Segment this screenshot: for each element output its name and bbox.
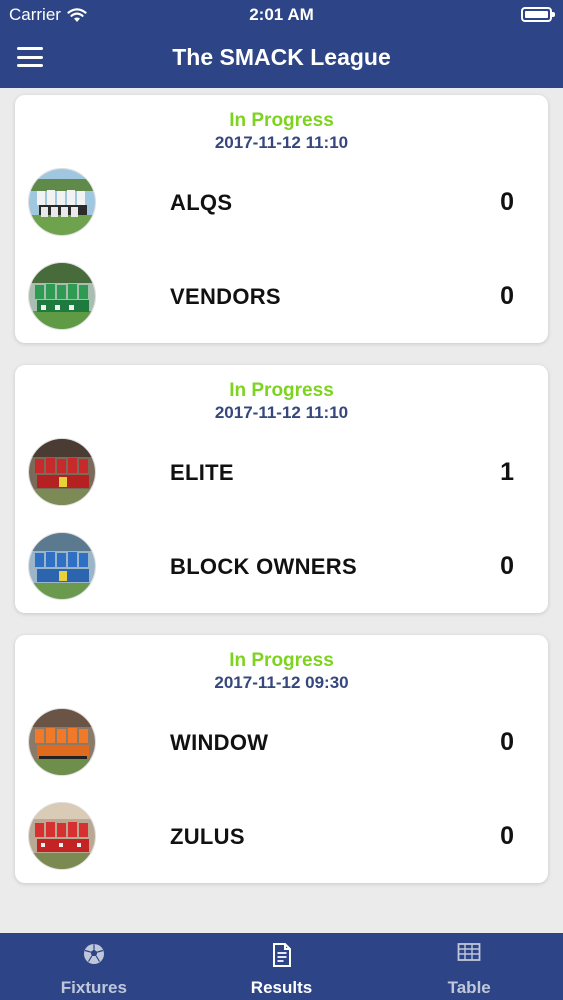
table-icon [457, 943, 481, 961]
status-time: 2:01 AM [249, 5, 314, 24]
match-status: In Progress [229, 650, 334, 671]
team-score: 1 [500, 458, 514, 486]
team-score: 0 [500, 552, 514, 580]
tab-fixtures[interactable]: Fixtures [0, 933, 188, 1000]
page-title: The SMACK League [172, 44, 391, 70]
team-score: 0 [500, 822, 514, 850]
results-list[interactable]: In Progress 2017-11-12 11:10 ALQS 0 VEND… [0, 88, 563, 933]
tab-label: Results [250, 978, 313, 997]
navigation-bar: The SMACK League [0, 30, 563, 88]
team-row[interactable]: ZULUS 0 [15, 802, 548, 872]
app-header: Carrier 2:01 AM The SMACK League [0, 0, 563, 88]
tab-results[interactable]: Results [188, 933, 376, 1000]
team-photo-avatar [28, 708, 96, 776]
team-name: BLOCK OWNERS [170, 554, 357, 579]
match-card[interactable]: In Progress 2017-11-12 09:30 WINDOW 0 ZU… [15, 635, 548, 883]
team-name: ALQS [170, 190, 233, 215]
team-photo-avatar [28, 802, 96, 870]
team-row[interactable]: VENDORS 0 [15, 262, 548, 332]
team-photo-avatar [28, 262, 96, 330]
match-status: In Progress [229, 380, 334, 401]
team-row[interactable]: WINDOW 0 [15, 708, 548, 778]
document-icon [272, 943, 291, 967]
team-name: VENDORS [170, 284, 281, 309]
team-row[interactable]: ALQS 0 [15, 168, 548, 238]
team-photo-avatar [28, 168, 96, 236]
team-row[interactable]: BLOCK OWNERS 0 [15, 532, 548, 602]
status-bar: Carrier 2:01 AM [0, 0, 563, 30]
team-name: ELITE [170, 460, 234, 485]
match-card[interactable]: In Progress 2017-11-12 11:10 ELITE 1 BLO… [15, 365, 548, 613]
team-row[interactable]: ELITE 1 [15, 438, 548, 508]
team-name: ZULUS [170, 824, 245, 849]
match-datetime: 2017-11-12 09:30 [214, 673, 349, 692]
soccer-ball-icon [83, 944, 104, 964]
tab-label: Fixtures [60, 978, 127, 997]
battery-icon [521, 7, 555, 22]
team-photo-avatar [28, 532, 96, 600]
tab-bar: Fixtures Results Table [0, 933, 563, 1000]
match-card[interactable]: In Progress 2017-11-12 11:10 ALQS 0 VEND… [15, 95, 548, 343]
match-datetime: 2017-11-12 11:10 [214, 133, 349, 152]
tab-label: Table [447, 978, 491, 997]
team-score: 0 [500, 282, 514, 310]
team-score: 0 [500, 188, 514, 216]
match-datetime: 2017-11-12 11:10 [214, 403, 349, 422]
match-status: In Progress [229, 110, 334, 131]
team-score: 0 [500, 728, 514, 756]
tab-table[interactable]: Table [375, 933, 563, 1000]
team-photo-avatar [28, 438, 96, 506]
team-name: WINDOW [170, 730, 269, 755]
